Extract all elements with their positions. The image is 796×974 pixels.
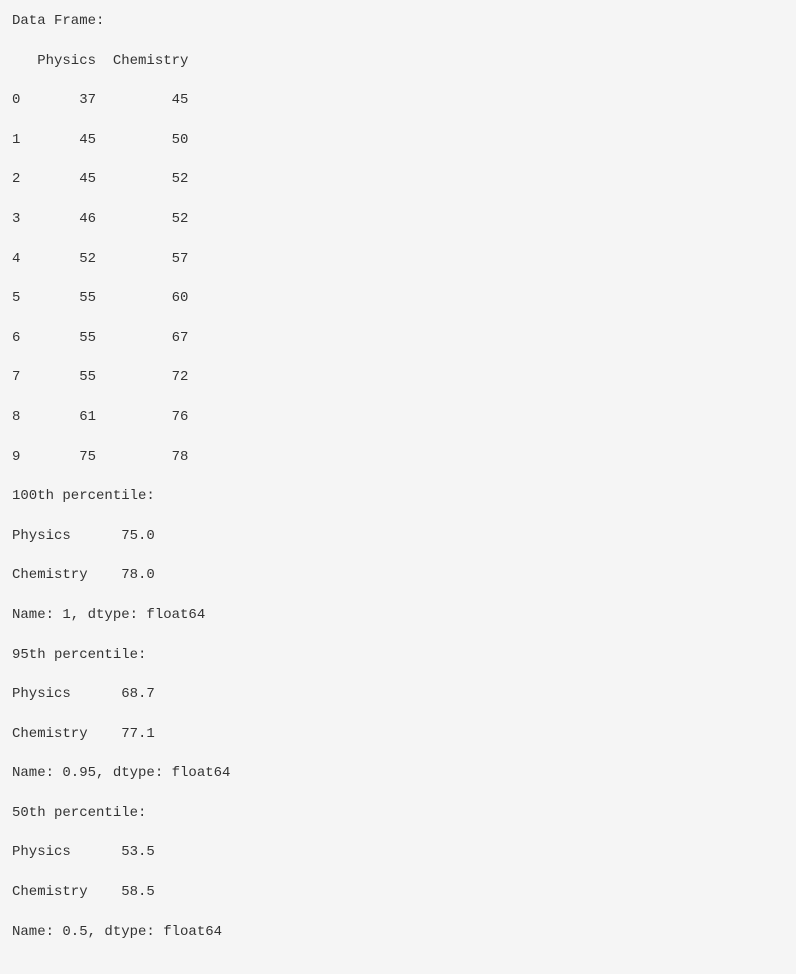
table-row: 5 55 60 [12,289,784,309]
percentile-50-meta: Name: 0.5, dtype: float64 [12,923,784,943]
table-row: 4 52 57 [12,250,784,270]
percentile-50-label: 50th percentile: [12,804,784,824]
table-row: 3 46 52 [12,210,784,230]
percentile-100-meta: Name: 1, dtype: float64 [12,606,784,626]
percentile-100-label: 100th percentile: [12,487,784,507]
table-row: 6 55 67 [12,329,784,349]
table-row: 0 37 45 [12,91,784,111]
percentile-100-physics: Physics 75.0 [12,527,784,547]
column-headers: Physics Chemistry [12,52,784,72]
output-title: Data Frame: [12,12,784,32]
table-row: 1 45 50 [12,131,784,151]
percentile-95-chemistry: Chemistry 77.1 [12,725,784,745]
percentile-95-meta: Name: 0.95, dtype: float64 [12,764,784,784]
percentile-95-physics: Physics 68.7 [12,685,784,705]
percentile-100-chemistry: Chemistry 78.0 [12,566,784,586]
table-row: 7 55 72 [12,368,784,388]
percentile-50-physics: Physics 53.5 [12,843,784,863]
table-row: 8 61 76 [12,408,784,428]
table-row: 2 45 52 [12,170,784,190]
percentile-50-chemistry: Chemistry 58.5 [12,883,784,903]
table-row: 9 75 78 [12,448,784,468]
percentile-95-label: 95th percentile: [12,646,784,666]
